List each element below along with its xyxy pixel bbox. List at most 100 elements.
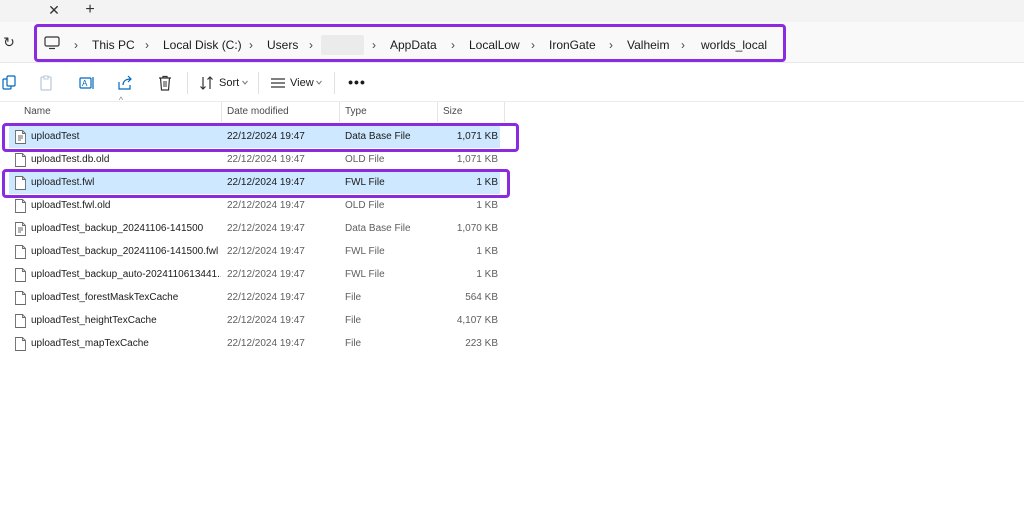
breadcrumb-appdata[interactable]: AppData [390, 37, 437, 53]
close-tab-icon[interactable]: ✕ [47, 2, 61, 18]
file-type: OLD File [345, 200, 385, 211]
file-type: FWL File [345, 269, 385, 280]
file-name: uploadTest_mapTexCache [31, 338, 149, 349]
refresh-icon[interactable]: ↻ [2, 34, 16, 50]
column-divider[interactable] [504, 102, 505, 122]
file-date-modified: 22/12/2024 19:47 [227, 292, 305, 303]
file-row[interactable]: uploadTest_mapTexCache 22/12/2024 19:47 Fi… [9, 333, 500, 355]
toolbar-divider [258, 72, 259, 94]
file-date-modified: 22/12/2024 19:47 [227, 269, 305, 280]
file-name: uploadTest_backup_20241106-141500 [31, 223, 204, 234]
file-type: File [345, 315, 362, 326]
breadcrumb-valheim[interactable]: Valheim [627, 37, 669, 53]
share-icon[interactable] [117, 75, 133, 91]
this-pc-icon[interactable] [44, 36, 60, 50]
breadcrumb-separator[interactable]: › [679, 37, 687, 53]
file-name: uploadTest.fwl.old [31, 200, 111, 211]
breadcrumb-users[interactable]: Users [267, 37, 298, 53]
file-date-modified: 22/12/2024 19:47 [227, 246, 305, 257]
svg-text:A: A [82, 79, 88, 88]
file-name: uploadTest_backup_20241106-141500.fwl [31, 246, 219, 257]
chevron-down-icon [316, 80, 322, 85]
file-size: 1 KB [476, 246, 498, 257]
file-size: 1 KB [476, 269, 498, 280]
breadcrumb-separator[interactable]: › [247, 37, 255, 53]
file-icon [15, 199, 26, 213]
view-icon[interactable] [270, 75, 286, 91]
highlight-box [2, 123, 519, 152]
file-name: uploadTest_backup_auto-2024110613441... [31, 269, 221, 280]
highlight-box [2, 169, 510, 198]
breadcrumb-this-pc[interactable]: This PC [92, 37, 135, 53]
command-bar: A Sort View ••• [0, 64, 1024, 102]
more-options-button[interactable]: ••• [348, 73, 366, 91]
file-name: uploadTest_forestMaskTexCache [31, 292, 179, 303]
new-tab-icon[interactable]: + [83, 1, 97, 19]
file-name: uploadTest.db.old [31, 154, 110, 165]
file-date-modified: 22/12/2024 19:47 [227, 223, 305, 234]
file-row[interactable]: uploadTest_forestMaskTexCache 22/12/2024 … [9, 287, 500, 309]
file-row[interactable]: uploadTest_backup_20241106-141500 22/12/2… [9, 218, 500, 240]
paste-icon[interactable] [38, 75, 54, 91]
breadcrumb-separator[interactable]: › [307, 37, 315, 53]
sort-button[interactable]: Sort [219, 74, 239, 92]
breadcrumb-separator[interactable]: › [607, 37, 615, 53]
file-size: 223 KB [465, 338, 498, 349]
view-button[interactable]: View [290, 74, 314, 92]
file-row[interactable]: uploadTest_backup_auto-2024110613441... 2… [9, 264, 500, 286]
column-header-name[interactable]: Name [20, 102, 220, 122]
address-row: ↻ › This PC › Local Disk (C:) › Users › … [0, 22, 1024, 63]
breadcrumb-separator[interactable]: › [370, 37, 378, 53]
file-type: OLD File [345, 154, 385, 165]
file-icon [15, 153, 26, 167]
file-size: 564 KB [465, 292, 498, 303]
column-divider[interactable] [437, 102, 438, 122]
column-divider[interactable] [221, 102, 222, 122]
breadcrumb-irongate[interactable]: IronGate [549, 37, 596, 53]
file-date-modified: 22/12/2024 19:47 [227, 315, 305, 326]
column-header-date-modified[interactable]: Date modified [223, 102, 338, 122]
file-type: File [345, 338, 362, 349]
file-row[interactable]: uploadTest_heightTexCache 22/12/2024 19:4… [9, 310, 500, 332]
file-date-modified: 22/12/2024 19:47 [227, 154, 305, 165]
breadcrumb-separator[interactable]: › [529, 37, 537, 53]
file-name: uploadTest_heightTexCache [31, 315, 157, 326]
file-date-modified: 22/12/2024 19:47 [227, 200, 305, 211]
column-header-size[interactable]: Size [439, 102, 503, 122]
column-divider[interactable] [339, 102, 340, 122]
breadcrumb-locallow[interactable]: LocalLow [469, 37, 520, 53]
file-icon [15, 268, 26, 282]
file-size: 1,070 KB [456, 223, 498, 234]
copy-icon[interactable] [2, 75, 18, 91]
chevron-down-icon [242, 80, 248, 85]
active-tab[interactable]: ✕ [0, 0, 68, 22]
redacted-username[interactable] [321, 35, 364, 55]
file-date-modified: 22/12/2024 19:47 [227, 338, 305, 349]
address-bar[interactable]: › This PC › Local Disk (C:) › Users › › … [34, 24, 786, 62]
tab-strip: ✕ + [0, 0, 1024, 22]
rename-icon[interactable]: A [79, 75, 95, 91]
file-icon [15, 337, 26, 351]
toolbar-divider [187, 72, 188, 94]
file-row[interactable]: uploadTest.fwl.old 22/12/2024 19:47 OLD Fi… [9, 195, 500, 217]
breadcrumb-separator[interactable]: › [449, 37, 457, 53]
file-icon [15, 291, 26, 305]
file-icon [15, 245, 26, 259]
file-type: Data Base File [345, 223, 411, 234]
file-type: File [345, 292, 362, 303]
delete-icon[interactable] [157, 75, 173, 91]
file-icon [15, 314, 26, 328]
breadcrumb-local-disk[interactable]: Local Disk (C:) [163, 37, 242, 53]
file-row[interactable]: uploadTest.db.old 22/12/2024 19:47 OLD Fil… [9, 149, 500, 171]
file-row[interactable]: uploadTest_backup_20241106-141500.fwl 22/… [9, 241, 500, 263]
sort-icon[interactable] [199, 75, 215, 91]
file-size: 1 KB [476, 200, 498, 211]
breadcrumb-separator[interactable]: › [143, 37, 151, 53]
database-file-icon [15, 222, 26, 236]
file-size: 1,071 KB [456, 154, 498, 165]
breadcrumb-separator[interactable]: › [72, 37, 80, 53]
breadcrumb-worlds-local[interactable]: worlds_local [701, 37, 767, 53]
column-header-type[interactable]: Type [341, 102, 436, 122]
file-type: FWL File [345, 246, 385, 257]
toolbar-divider [334, 72, 335, 94]
